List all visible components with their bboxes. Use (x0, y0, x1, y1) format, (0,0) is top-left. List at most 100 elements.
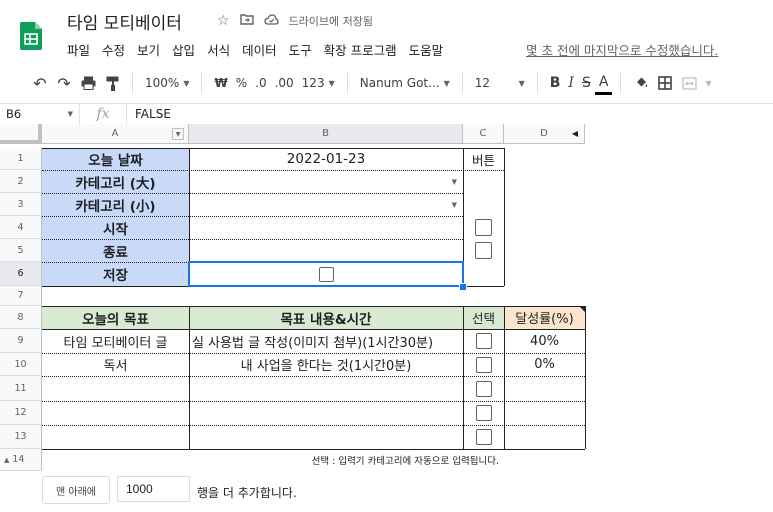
menu-insert[interactable]: 삽입 (172, 40, 195, 59)
cell-c10[interactable] (463, 353, 504, 376)
fill-color-icon[interactable] (629, 70, 653, 96)
rows-count-input[interactable] (117, 476, 190, 502)
cell-c9[interactable] (463, 329, 504, 353)
row-header-3[interactable]: 3 (0, 193, 42, 216)
star-icon[interactable]: ☆ (217, 13, 230, 29)
row-header-1[interactable]: 1 (0, 148, 42, 170)
font-select[interactable]: Nanum Got... ▼ (356, 70, 454, 96)
column-header-c[interactable]: C (463, 124, 504, 144)
italic-button[interactable]: I (564, 70, 578, 96)
row-header-11[interactable]: 11 (0, 376, 42, 401)
cell-b14-note[interactable]: 선택 : 입력기 카테고리에 자동으로 입력됩니다. (189, 449, 585, 471)
row-header-13[interactable]: 13 (0, 425, 42, 449)
cell-c11[interactable] (463, 376, 504, 401)
row-header-12[interactable]: 12 (0, 401, 42, 425)
move-folder-icon[interactable] (239, 13, 254, 29)
cell-a4[interactable]: 시작 (42, 216, 189, 239)
cell-b10[interactable]: 내 사업을 한다는 것(1시간0분) (189, 353, 463, 376)
row-header-4[interactable]: 4 (0, 216, 42, 239)
column-header-a[interactable]: A ▼ (42, 124, 189, 144)
cell-a8[interactable]: 오늘의 목표 (42, 306, 189, 329)
menu-data[interactable]: 데이터 (242, 40, 277, 59)
chevron-down-icon[interactable]: ▼ (705, 79, 711, 88)
cell-a2[interactable]: 카테고리 (大) (42, 170, 189, 193)
column-header-b[interactable]: B (189, 124, 463, 144)
cell-a10[interactable]: 독서 (42, 353, 189, 376)
row-12-checkbox[interactable] (475, 405, 492, 421)
dropdown-arrow-icon[interactable]: ▼ (452, 201, 457, 209)
print-icon[interactable] (76, 70, 100, 96)
cell-b9[interactable]: 실 사용법 글 작성(이미지 첨부)(1시간30분) (189, 329, 463, 353)
drive-status: 드라이브에 저장됨 (288, 15, 374, 28)
more-formats-button[interactable]: 123 ▼ (298, 70, 339, 96)
row-header-2[interactable]: 2 (0, 170, 42, 193)
borders-icon[interactable] (653, 70, 677, 96)
cell-c5[interactable] (463, 239, 504, 262)
cell-c4[interactable] (463, 216, 504, 239)
increase-decimal-button[interactable]: .00 (271, 70, 298, 96)
row-header-10[interactable]: 10 (0, 353, 42, 376)
cell-c13[interactable] (463, 425, 504, 449)
cell-b1[interactable]: 2022-01-23 (189, 148, 463, 170)
merge-cells-icon[interactable] (677, 70, 701, 96)
row-13-checkbox[interactable] (475, 429, 492, 445)
add-rows-button[interactable]: 맨 아래에 (42, 476, 110, 504)
bold-button[interactable]: B (546, 70, 565, 96)
percent-button[interactable]: % (232, 70, 251, 96)
decrease-decimal-button[interactable]: .0 (251, 70, 270, 96)
menu-edit[interactable]: 수정 (102, 40, 125, 59)
row-header-6[interactable]: 6 (0, 262, 42, 286)
cell-b2-dropdown[interactable]: ▼ (189, 170, 463, 193)
sheets-logo-icon[interactable] (20, 22, 42, 50)
name-box[interactable]: B6 ▼ (0, 104, 80, 124)
redo-icon[interactable]: ↷ (52, 70, 76, 96)
row-9-checkbox[interactable] (475, 333, 492, 349)
menu-tools[interactable]: 도구 (289, 40, 312, 59)
scroll-left-icon[interactable]: ◀ (572, 129, 578, 138)
cell-c1[interactable]: 버튼 (463, 148, 504, 170)
start-checkbox[interactable] (475, 219, 492, 236)
currency-button[interactable]: ₩ (210, 70, 231, 96)
cell-d8[interactable]: 달성률(%) (504, 306, 585, 329)
row-header-7[interactable]: 7 (0, 286, 42, 306)
cell-a1[interactable]: 오늘 날짜 (42, 148, 189, 170)
end-checkbox[interactable] (475, 242, 492, 259)
row-11-checkbox[interactable] (475, 380, 492, 397)
cloud-saved-icon[interactable] (263, 13, 279, 29)
menu-view[interactable]: 보기 (137, 40, 160, 59)
cell-a6[interactable]: 저장 (42, 262, 189, 286)
menu-help[interactable]: 도움말 (409, 40, 444, 59)
row-10-checkbox[interactable] (475, 356, 492, 373)
font-size-select[interactable]: 12 ▼ (471, 70, 529, 96)
row-header-14[interactable]: ▲ 14 (0, 449, 42, 471)
cell-d9[interactable]: 40% (504, 329, 585, 353)
cell-b3-dropdown[interactable]: ▼ (189, 193, 463, 216)
formula-input[interactable]: FALSE (127, 107, 171, 121)
filter-icon[interactable]: ▼ (172, 128, 184, 140)
row-header-8[interactable]: 8 (0, 306, 42, 329)
column-header-d[interactable]: D ◀ (504, 124, 585, 144)
select-all-corner[interactable] (0, 124, 42, 144)
menu-format[interactable]: 서식 (207, 40, 230, 59)
paint-format-icon[interactable] (100, 70, 124, 96)
cell-a3[interactable]: 카테고리 (小) (42, 193, 189, 216)
cell-b8[interactable]: 목표 내용&시간 (189, 306, 463, 329)
dropdown-arrow-icon[interactable]: ▼ (452, 178, 457, 186)
cell-c12[interactable] (463, 401, 504, 425)
zoom-select[interactable]: 100% ▼ (141, 70, 193, 96)
last-edit-link[interactable]: 몇 초 전에 마지막으로 수정했습니다. (526, 40, 718, 59)
text-color-button[interactable]: A (594, 72, 613, 95)
menu-file[interactable]: 파일 (67, 40, 90, 59)
menu-extensions[interactable]: 확장 프로그램 (324, 40, 397, 59)
selected-cell-outline (188, 261, 464, 287)
undo-icon[interactable]: ↶ (28, 70, 52, 96)
strikethrough-button[interactable]: S (578, 70, 595, 96)
cell-d10[interactable]: 0% (504, 353, 585, 376)
row-header-5[interactable]: 5 (0, 239, 42, 262)
cell-c8[interactable]: 선택 (463, 306, 504, 329)
fill-handle[interactable] (459, 283, 467, 291)
document-title[interactable]: 타임 모티베이터 (67, 9, 182, 34)
cell-a9[interactable]: 타임 모티베이터 글 (42, 329, 189, 353)
row-header-9[interactable]: 9 (0, 329, 42, 353)
cell-a5[interactable]: 종료 (42, 239, 189, 262)
